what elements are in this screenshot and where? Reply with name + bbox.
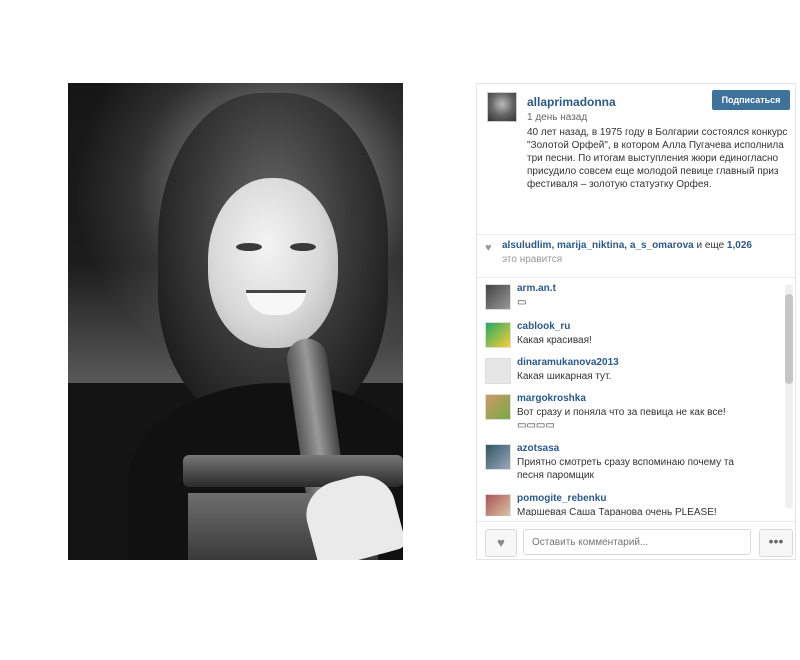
comments-scrollbar[interactable]: [785, 284, 793, 509]
comment-item: dinaramukanova2013 Какая шикарная тут.: [485, 356, 785, 396]
comment-username[interactable]: margokroshka: [517, 393, 586, 404]
comment-username[interactable]: azotsasa: [517, 443, 559, 454]
likes-section: ♥ alsuludlim, marija_niktina, a_s_omarov…: [477, 235, 795, 278]
post-username[interactable]: allaprimadonna: [527, 95, 616, 109]
comment-avatar[interactable]: [485, 494, 511, 516]
like-button[interactable]: ♥: [485, 529, 517, 557]
likes-users[interactable]: alsuludlim, marija_niktina, a_s_omarova: [502, 240, 694, 251]
comment-text: Маршевая Саша Таранова очень PLEASE!: [517, 507, 717, 516]
comment-item: pomogite_rebenku Маршевая Саша Таранова …: [485, 492, 785, 516]
post-header: allaprimadonna Подписаться 1 день назад …: [477, 84, 795, 235]
comment-username[interactable]: pomogite_rebenku: [517, 493, 606, 504]
comment-text: Какая шикарная тут.: [517, 371, 612, 382]
comment-input[interactable]: [523, 529, 751, 555]
comment-avatar[interactable]: [485, 394, 511, 420]
likes-more-prefix: и еще: [696, 240, 725, 251]
comment-avatar[interactable]: [485, 322, 511, 348]
comments-list[interactable]: arm.an.t ▭ cablook_ru Какая красивая! di…: [477, 278, 795, 516]
comment-item: cablook_ru Какая красивая!: [485, 320, 785, 360]
more-options-button[interactable]: •••: [759, 529, 793, 557]
comment-item: arm.an.t ▭: [485, 282, 785, 322]
comment-username[interactable]: cablook_ru: [517, 321, 570, 332]
comment-avatar[interactable]: [485, 284, 511, 310]
likes-count[interactable]: 1,026: [727, 240, 752, 251]
comment-item: azotsasa Приятно смотреть сразу вспомина…: [485, 442, 785, 482]
comment-username[interactable]: arm.an.t: [517, 283, 556, 294]
likes-line: alsuludlim, marija_niktina, a_s_omarova …: [502, 240, 752, 251]
post-footer: ♥ •••: [477, 521, 795, 560]
comment-text: Какая красивая!: [517, 335, 592, 346]
scrollbar-thumb[interactable]: [785, 294, 793, 384]
user-avatar[interactable]: [487, 92, 517, 122]
comment-text: ▭: [517, 297, 527, 308]
comment-item: margokroshka Вот сразу и поняла что за п…: [485, 392, 785, 432]
photo-eye-right: [290, 243, 316, 251]
follow-button[interactable]: Подписаться: [712, 90, 790, 110]
comment-avatar[interactable]: [485, 358, 511, 384]
likes-suffix: это нравится: [502, 254, 563, 265]
post-time[interactable]: 1 день назад: [527, 112, 587, 123]
comment-text: Приятно смотреть сразу вспоминаю почему …: [517, 457, 734, 481]
ellipsis-icon: •••: [768, 533, 784, 549]
post-caption: 40 лет назад, в 1975 году в Болгарии сос…: [527, 127, 788, 190]
photo-eye-left: [236, 243, 262, 251]
post-panel: allaprimadonna Подписаться 1 день назад …: [476, 83, 796, 560]
heart-icon: ♥: [485, 242, 492, 254]
comment-username[interactable]: dinaramukanova2013: [517, 357, 619, 368]
comment-text: Вот сразу и поняла что за певица не как …: [517, 407, 726, 431]
photo-face: [208, 178, 338, 348]
post-photo: [68, 83, 403, 560]
heart-icon: ♥: [497, 535, 505, 550]
comment-avatar[interactable]: [485, 444, 511, 470]
